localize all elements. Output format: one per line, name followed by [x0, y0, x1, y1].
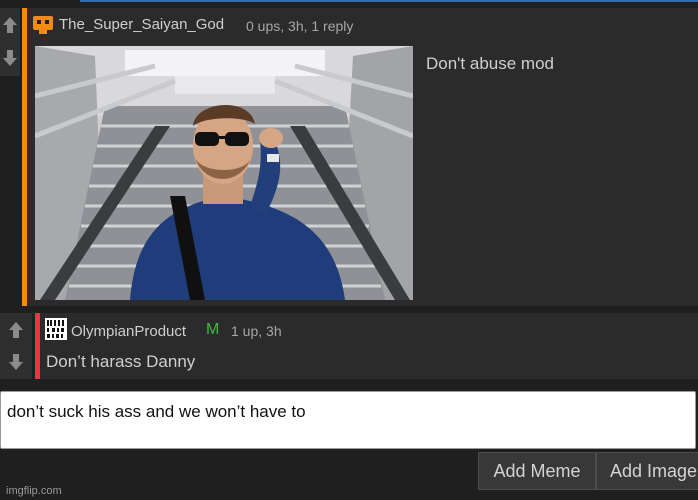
comment-meta: 1 up, 3h — [231, 323, 282, 339]
comment-username[interactable]: OlympianProduct — [71, 323, 186, 340]
comment-meta: 0 ups, 3h, 1 reply — [246, 18, 354, 34]
add-image-button[interactable]: Add Image — [596, 452, 698, 490]
imgflip-watermark: imgflip.com — [6, 485, 62, 497]
upvote-arrow-icon[interactable] — [2, 315, 30, 345]
reply-textarea[interactable]: don’t suck his ass and we won’t have to — [0, 391, 696, 449]
add-meme-button[interactable]: Add Meme — [478, 452, 596, 490]
top-border-line — [80, 0, 698, 2]
orange-avatar-icon[interactable] — [32, 13, 54, 35]
downvote-arrow-icon[interactable] — [0, 43, 20, 73]
comment-username[interactable]: The_Super_Saiyan_God — [59, 16, 224, 33]
upvote-arrow-icon[interactable] — [0, 10, 20, 40]
qr-avatar-icon[interactable] — [45, 318, 67, 340]
downvote-arrow-icon[interactable] — [2, 347, 30, 377]
comment-text: Don't abuse mod — [426, 54, 554, 73]
mod-badge: M — [206, 321, 220, 338]
comment-image[interactable] — [35, 46, 413, 300]
comment-text: Don’t harass Danny — [46, 352, 196, 371]
